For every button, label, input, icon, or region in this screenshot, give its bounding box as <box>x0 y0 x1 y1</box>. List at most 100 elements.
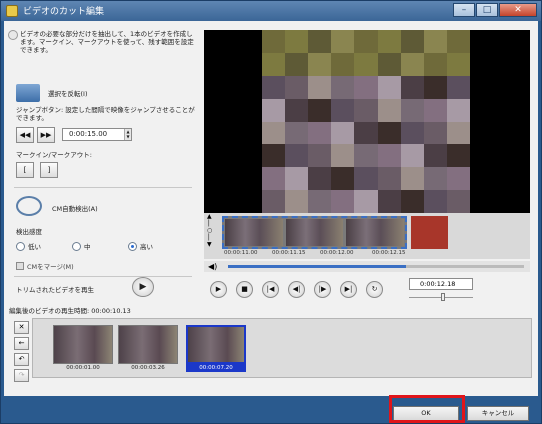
mark-out-button[interactable]: ] <box>40 162 58 178</box>
mark-in-out-label: マークイン/マークアウト: <box>16 151 92 159</box>
next-button[interactable]: ▶| <box>340 281 357 298</box>
video-pixel <box>446 30 470 53</box>
cm-detect-button[interactable]: CM自動検出(A) <box>52 203 98 213</box>
step-forward-button[interactable]: |▶ <box>314 281 331 298</box>
jump-forward-button[interactable]: ▶▶ <box>37 127 55 143</box>
video-pixel <box>331 144 355 168</box>
app-icon <box>6 5 18 17</box>
redo-button[interactable]: ↷ <box>14 369 29 382</box>
video-pixel <box>446 190 470 213</box>
invert-selection-button[interactable]: 選択を反転(I) <box>48 88 88 98</box>
delete-clip-button[interactable]: ✕ <box>14 321 29 334</box>
video-pixel <box>262 144 286 168</box>
video-pixel <box>446 75 470 99</box>
transport-controls: ▶ ■ |◀ ◀| |▶ ▶| ↻ 0:00:12.18 <box>204 275 530 307</box>
description-text: ビデオの必要な部分だけを抽出して、1本のビデオを作成します。マークイン、マークア… <box>20 30 194 54</box>
video-pixel <box>285 98 309 122</box>
video-pixel <box>331 167 355 191</box>
previous-button[interactable]: |◀ <box>262 281 279 298</box>
video-pixel <box>354 52 378 76</box>
timeline-zoom-slider[interactable]: ▲ │ ○ │ ▼ <box>207 213 217 257</box>
video-viewer <box>204 30 530 213</box>
clip-item[interactable]: 00:00:01.00 <box>53 325 113 372</box>
checkbox-label: CMをマージ(M) <box>27 263 74 271</box>
video-pixel <box>285 75 309 99</box>
jump-back-button[interactable]: ◀◀ <box>16 127 34 143</box>
edited-playtime: 編集後のビデオの再生時間: 00:00:10.13 <box>9 307 131 315</box>
jump-interval-input[interactable]: 0:00:15.00 ▲ ▼ <box>62 128 132 141</box>
jump-interval-value: 0:00:15.00 <box>69 130 108 138</box>
excluded-thumbnail[interactable] <box>411 216 448 249</box>
video-pixel <box>354 75 378 99</box>
play-icon: ▶ <box>139 282 147 292</box>
video-pixel <box>331 30 355 53</box>
current-time-display[interactable]: 0:00:12.18 <box>409 278 473 290</box>
clip-time: 00:00:03.26 <box>131 365 165 371</box>
undo-button[interactable]: ↶ <box>14 353 29 366</box>
minimize-button[interactable]: – <box>453 3 475 17</box>
clip-thumbnail <box>186 325 246 364</box>
seek-track[interactable] <box>228 265 524 268</box>
step-back-icon: ◀| <box>292 285 301 293</box>
move-clip-left-button[interactable]: ← <box>14 337 29 350</box>
video-pixel <box>400 144 424 168</box>
step-back-button[interactable]: ◀| <box>288 281 305 298</box>
video-pixel <box>423 75 447 99</box>
sensitivity-low-radio[interactable]: 低い <box>16 241 41 251</box>
divider <box>14 187 192 188</box>
playback-speed-slider[interactable] <box>409 293 473 301</box>
checkbox-box[interactable] <box>16 262 24 270</box>
sensitivity-mid-radio[interactable]: 中 <box>72 241 91 251</box>
video-pixel <box>262 98 286 122</box>
trim-play-button[interactable]: ▶ <box>132 277 154 297</box>
video-pixel <box>308 144 332 168</box>
close-icon: ✕ <box>18 323 25 331</box>
magnifier-icon[interactable] <box>16 196 42 216</box>
timeline-thumbnail <box>346 219 405 246</box>
radio-circle[interactable] <box>128 241 137 251</box>
repeat-button[interactable]: ↻ <box>366 281 383 298</box>
jump-description: ジャンプボタン: 設定した間隔で映像をジャンプさせることができます。 <box>16 106 195 122</box>
video-pixel <box>446 167 470 191</box>
play-button[interactable]: ▶ <box>210 281 227 298</box>
cm-merge-checkbox[interactable]: CMをマージ(M) <box>16 261 74 271</box>
video-pixel <box>377 30 401 53</box>
video-pixel <box>377 167 401 191</box>
video-pixel <box>262 167 286 191</box>
radio-circle[interactable] <box>72 241 81 251</box>
redo-icon: ↷ <box>18 371 25 379</box>
speed-knob[interactable] <box>440 293 445 301</box>
video-pixel <box>423 144 447 168</box>
fast-forward-icon: ▶▶ <box>40 131 52 139</box>
video-pixel <box>308 98 332 122</box>
mark-in-button[interactable]: [ <box>16 162 34 178</box>
title-bar: ビデオのカット編集 – □ ✕ <box>1 1 541 21</box>
video-pixel <box>285 52 309 76</box>
invert-selection-icon[interactable] <box>16 84 40 102</box>
speaker-icon[interactable]: ◀) <box>208 262 217 271</box>
divider <box>14 276 192 277</box>
trim-play-label: トリムされたビデオを再生 <box>16 286 94 294</box>
interval-spinner[interactable]: ▲ ▼ <box>124 129 131 140</box>
clip-list: 00:00:01.00 00:00:03.26 00:00:07.20 <box>32 318 532 378</box>
window-title: ビデオのカット編集 <box>23 7 105 17</box>
selected-range[interactable] <box>222 216 407 249</box>
video-pixel <box>400 121 424 145</box>
video-pixel <box>446 144 470 168</box>
clip-item-selected[interactable]: 00:00:07.20 <box>186 325 246 372</box>
maximize-button[interactable]: □ <box>476 3 498 17</box>
timeline-strip: ▲ │ ○ │ ▼ 00:00:11.00 00:00:11.15 00:00:12.0… <box>204 213 530 259</box>
radio-label: 高い <box>140 243 153 251</box>
video-pixel <box>285 30 309 53</box>
video-pixel <box>308 190 332 213</box>
clip-item[interactable]: 00:00:03.26 <box>118 325 178 372</box>
video-pixel <box>354 167 378 191</box>
radio-circle[interactable] <box>16 241 25 251</box>
timeline-time: 00:00:11.00 <box>224 250 258 256</box>
cancel-button[interactable]: キャンセル <box>467 406 529 421</box>
close-button[interactable]: ✕ <box>499 3 537 17</box>
sensitivity-high-radio[interactable]: 高い <box>128 241 153 251</box>
stop-button[interactable]: ■ <box>236 281 253 298</box>
video-pixel <box>331 98 355 122</box>
video-frame <box>262 30 470 213</box>
